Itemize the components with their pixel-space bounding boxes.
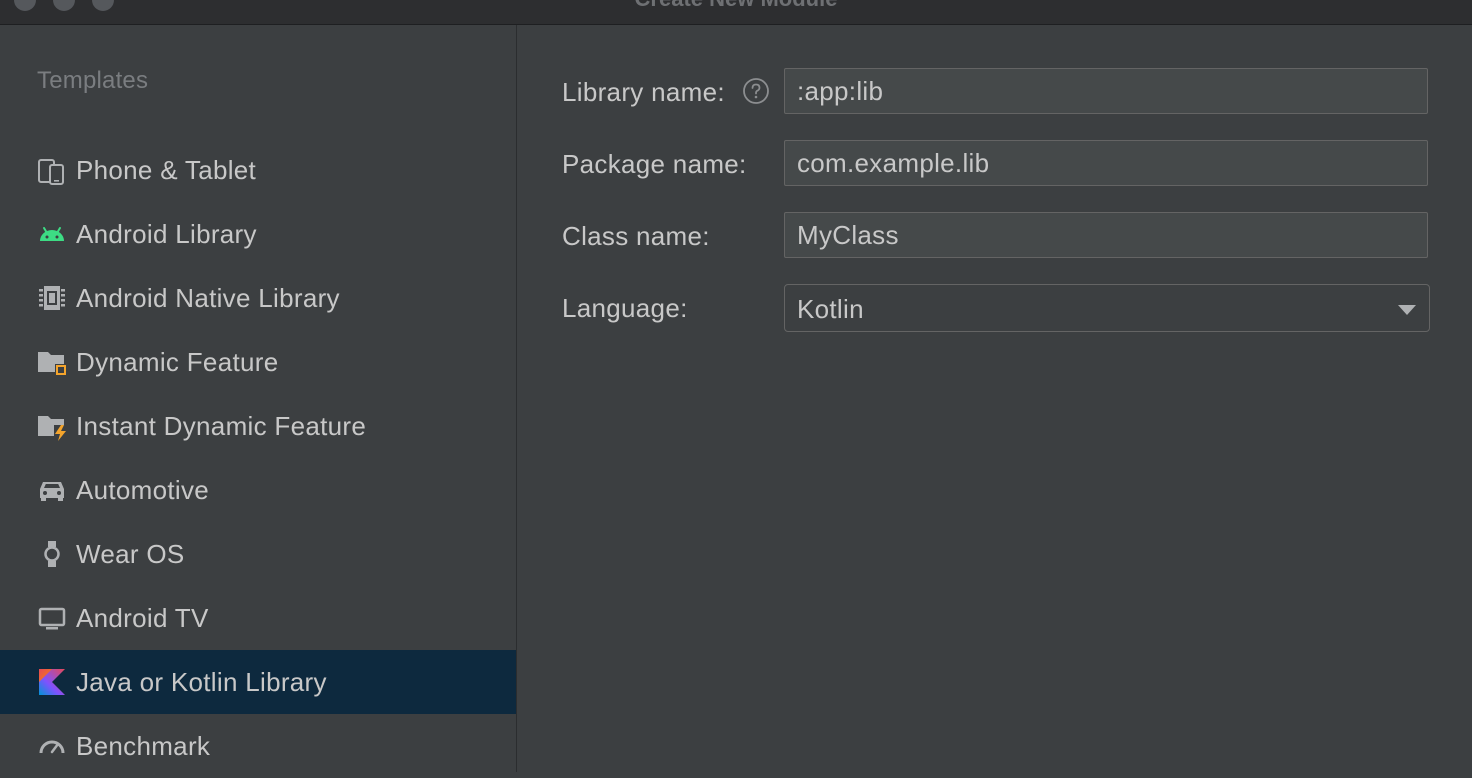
template-instant-dynamic-feature[interactable]: Instant Dynamic Feature — [0, 394, 516, 458]
folder-module-icon — [37, 347, 67, 377]
template-benchmark[interactable]: Benchmark — [0, 714, 516, 778]
template-wear-os[interactable]: Wear OS — [0, 522, 516, 586]
module-config-form: Library name: Package name: Class name: … — [517, 25, 1472, 772]
help-icon[interactable] — [742, 77, 770, 110]
package-name-row: Package name: — [562, 140, 1430, 188]
phone-tablet-icon — [37, 155, 67, 185]
library-name-field[interactable] — [784, 68, 1428, 114]
class-name-row: Class name: — [562, 212, 1430, 260]
template-label: Android Library — [76, 218, 257, 249]
language-value: Kotlin — [797, 294, 864, 324]
library-name-label: Library name: — [562, 77, 725, 107]
template-label: Automotive — [76, 474, 210, 505]
template-label: Dynamic Feature — [76, 346, 279, 377]
title-bar: Create New Module — [0, 0, 1472, 25]
template-label: Android TV — [76, 602, 209, 633]
template-android-native-library[interactable]: Android Native Library — [0, 266, 516, 330]
class-name-field[interactable] — [784, 212, 1428, 258]
library-name-input[interactable] — [785, 69, 1427, 113]
template-dynamic-feature[interactable]: Dynamic Feature — [0, 330, 516, 394]
chip-icon — [37, 283, 67, 313]
tv-icon — [37, 603, 67, 633]
package-name-input[interactable] — [785, 141, 1427, 185]
window-title: Create New Module — [0, 0, 1472, 12]
template-label: Wear OS — [76, 538, 185, 569]
class-name-label: Class name: — [562, 221, 710, 251]
template-android-tv[interactable]: Android TV — [0, 586, 516, 650]
kotlin-icon — [37, 667, 67, 697]
templates-list: Phone & Tablet Android Library Android N… — [0, 138, 516, 778]
templates-sidebar: Templates Phone & Tablet Android Library… — [0, 25, 517, 772]
template-android-library[interactable]: Android Library — [0, 202, 516, 266]
template-java-kotlin-library[interactable]: Java or Kotlin Library — [0, 650, 516, 714]
template-phone-tablet[interactable]: Phone & Tablet — [0, 138, 516, 202]
car-icon — [37, 475, 67, 505]
template-automotive[interactable]: Automotive — [0, 458, 516, 522]
language-row: Language: Kotlin — [562, 284, 1430, 332]
language-select[interactable]: Kotlin — [784, 284, 1430, 332]
gauge-icon — [37, 731, 67, 761]
watch-icon — [37, 539, 67, 569]
folder-lightning-icon — [37, 411, 67, 441]
android-icon — [37, 219, 67, 249]
class-name-input[interactable] — [785, 213, 1427, 257]
package-name-field[interactable] — [784, 140, 1428, 186]
chevron-down-icon[interactable] — [1397, 303, 1417, 321]
template-label: Benchmark — [76, 730, 211, 761]
library-name-row: Library name: — [562, 68, 1430, 116]
template-label: Instant Dynamic Feature — [76, 410, 367, 441]
template-label: Java or Kotlin Library — [76, 666, 327, 697]
templates-header: Templates — [37, 67, 149, 94]
template-label: Phone & Tablet — [76, 154, 257, 185]
language-label: Language: — [562, 293, 688, 323]
package-name-label: Package name: — [562, 149, 747, 179]
template-label: Android Native Library — [76, 282, 340, 313]
